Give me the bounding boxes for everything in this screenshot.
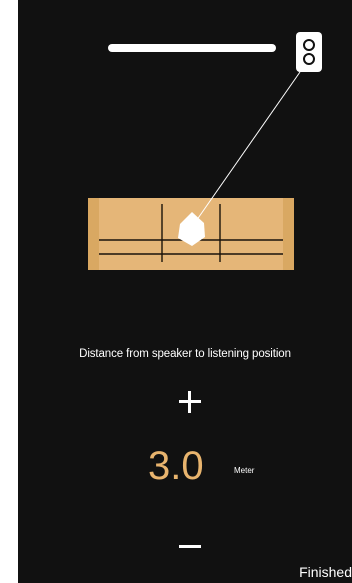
tv-icon: [108, 44, 276, 52]
decrease-distance-button[interactable]: [170, 536, 210, 558]
increase-distance-button[interactable]: [170, 382, 210, 422]
speaker-distance-screen: Distance from speaker to listening posit…: [18, 0, 352, 583]
sofa-right-arm: [283, 198, 294, 270]
distance-unit-label: Meter: [234, 466, 255, 475]
distance-instruction-label: Distance from speaker to listening posit…: [79, 348, 291, 360]
speaker-tweeter: [303, 39, 315, 51]
speaker-woofer: [303, 53, 315, 65]
distance-value: 3.0: [148, 444, 204, 488]
sofa-left-arm: [88, 198, 99, 270]
finished-button[interactable]: Finished: [299, 563, 352, 581]
speaker-icon: [296, 32, 322, 72]
